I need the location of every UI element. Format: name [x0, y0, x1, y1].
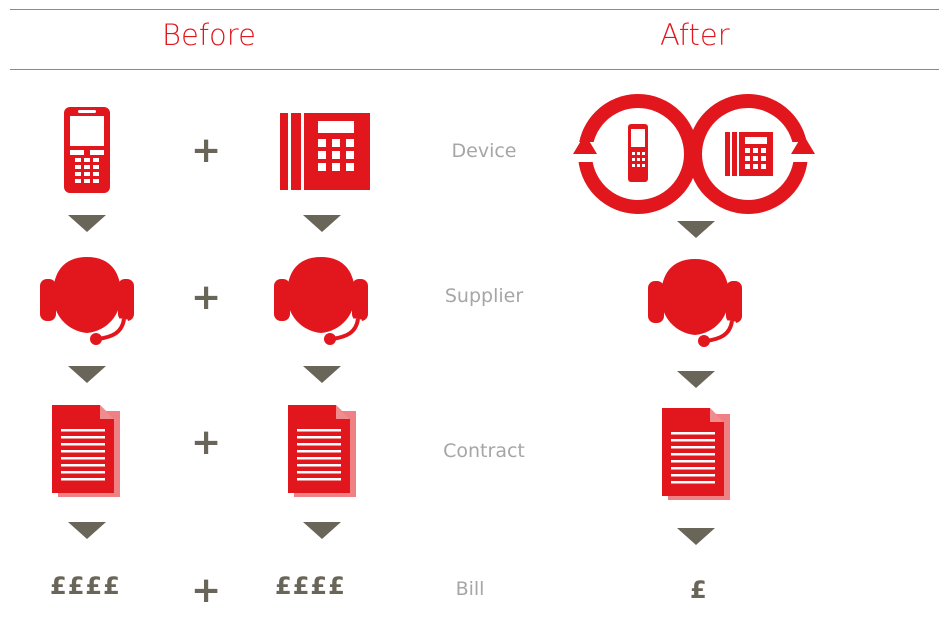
down-arrow-icon — [677, 528, 715, 545]
contract-document-icon — [288, 405, 356, 497]
desk-phone-icon — [280, 113, 370, 190]
down-arrow-icon — [677, 221, 715, 238]
row-label-bill: Bill — [455, 578, 485, 600]
after-heading: After — [660, 18, 730, 52]
row-label-supplier: Supplier — [444, 285, 524, 307]
contract-document-icon — [662, 408, 730, 500]
row-label-contract: Contract — [443, 440, 525, 462]
bill-amount-before: ££££ — [50, 572, 121, 600]
support-headset-icon — [648, 259, 742, 347]
support-headset-icon — [274, 257, 368, 345]
down-arrow-icon — [677, 371, 715, 388]
top-rule — [10, 9, 939, 10]
bill-amount-before: ££££ — [275, 572, 346, 600]
plus-sign-supplier: + — [191, 277, 222, 318]
plus-sign-bill: + — [191, 570, 222, 611]
support-headset-icon — [40, 257, 134, 345]
header-rule — [10, 69, 939, 70]
contract-document-icon — [52, 405, 120, 497]
down-arrow-icon — [303, 215, 341, 232]
down-arrow-icon — [68, 366, 106, 383]
mobile-phone-icon — [64, 107, 110, 193]
row-label-device: Device — [451, 140, 517, 162]
bill-amount-after: £ — [690, 576, 708, 604]
combined-device-cycle-icon — [573, 94, 815, 214]
plus-sign-device: + — [191, 130, 222, 171]
down-arrow-icon — [68, 522, 106, 539]
plus-sign-contract: + — [191, 422, 222, 463]
before-heading: Before — [162, 18, 256, 52]
down-arrow-icon — [68, 215, 106, 232]
down-arrow-icon — [303, 366, 341, 383]
down-arrow-icon — [303, 522, 341, 539]
